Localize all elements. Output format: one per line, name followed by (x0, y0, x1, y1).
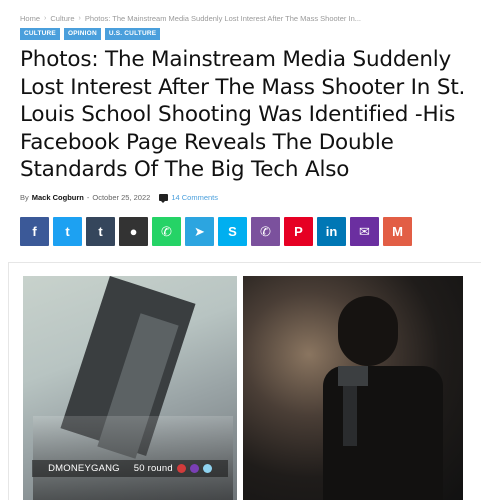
author-link[interactable]: Mack Cogburn (32, 193, 84, 202)
breadcrumb-current: Photos: The Mainstream Media Suddenly Lo… (84, 14, 362, 23)
share-linkedin-button[interactable]: in (317, 217, 346, 246)
article-title: Photos: The Mainstream Media Suddenly Lo… (20, 47, 466, 182)
share-email-button[interactable]: ✉ (350, 217, 379, 246)
caption-left-text: DMONEYGANG (48, 463, 120, 474)
pinterest-icon: P (294, 224, 303, 239)
linkedin-icon: in (325, 224, 338, 239)
whatsapp-icon: ✆ (161, 223, 172, 239)
article-image-right (243, 276, 463, 500)
category-tag-opinion[interactable]: OPINION (63, 28, 101, 40)
breadcrumb: Home › Culture › Photos: The Mainstream … (20, 14, 361, 23)
breadcrumb-section[interactable]: Culture (50, 14, 74, 23)
gmail-icon: M (392, 224, 403, 239)
red-devil-emoji-icon (176, 464, 186, 473)
telegram-icon: ➤ (194, 223, 205, 239)
share-whatsapp-button[interactable]: ✆ (152, 217, 181, 246)
chevron-right-icon: › (44, 15, 47, 22)
body-shape (323, 366, 443, 500)
category-tag-culture[interactable]: CULTURE (20, 28, 60, 40)
share-facebook-button[interactable]: f (20, 217, 49, 246)
share-buttons: f t t ● ✆ ➤ S ✆ Pin ✉ M (20, 217, 412, 246)
head-shape (338, 296, 398, 366)
comments-count: 14 Comments (171, 193, 219, 202)
share-skype-button[interactable]: S (218, 217, 247, 246)
share-gmail-button[interactable]: M (383, 217, 412, 246)
image-caption: DMONEYGANG 50 round (32, 460, 228, 477)
facebook-icon: f (32, 224, 37, 239)
skype-icon: S (228, 224, 237, 239)
comment-icon (159, 194, 169, 203)
category-tags: CULTURE OPINION U.S. CULTURE (20, 28, 161, 40)
share-viber-button[interactable]: ✆ (251, 217, 280, 246)
diamond-emoji-icon (202, 464, 212, 473)
share-reddit-button[interactable]: ● (119, 217, 148, 246)
share-tumblr-button[interactable]: t (86, 217, 115, 246)
by-label: By (20, 193, 29, 202)
publish-date: October 25, 2022 (92, 193, 151, 202)
article-meta: By Mack Cogburn - October 25, 2022 14 Co… (20, 193, 219, 203)
comments-link[interactable]: 14 Comments (159, 193, 219, 203)
rifle-shape (338, 366, 368, 386)
tumblr-icon: t (98, 224, 103, 239)
rifle-barrel-shape (343, 386, 357, 446)
breadcrumb-home[interactable]: Home (20, 14, 40, 23)
meta-separator: - (86, 193, 90, 202)
share-pinterest-button[interactable]: P (284, 217, 313, 246)
hand-shape (33, 416, 233, 500)
share-twitter-button[interactable]: t (53, 217, 82, 246)
chevron-right-icon: › (78, 15, 81, 22)
reddit-icon: ● (129, 224, 138, 239)
twitter-icon: t (65, 224, 70, 239)
email-icon: ✉ (359, 223, 370, 239)
purple-devil-emoji-icon (189, 464, 199, 473)
category-tag-us-culture[interactable]: U.S. CULTURE (104, 28, 161, 40)
share-telegram-button[interactable]: ➤ (185, 217, 214, 246)
caption-right-text: 50 round (133, 463, 173, 474)
viber-icon: ✆ (260, 223, 271, 239)
